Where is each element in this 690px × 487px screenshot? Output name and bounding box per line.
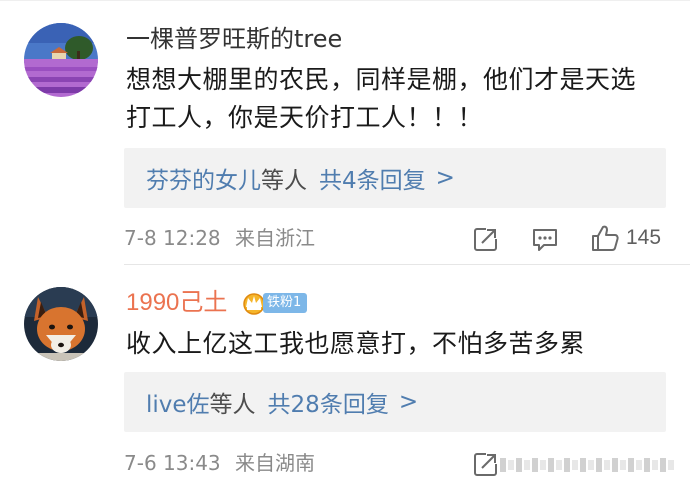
comment-button[interactable] — [531, 224, 559, 254]
lavender-field-avatar — [24, 23, 98, 97]
username[interactable]: 1990己土 — [126, 288, 227, 318]
comment-location: 来自浙江 — [235, 226, 316, 250]
comment-item: 一棵普罗旺斯的tree 想想大棚里的农民，同样是棚，他们才是天选 打工人，你是天… — [0, 0, 690, 265]
share-button[interactable] — [472, 449, 500, 479]
reply-etc-label: 等人 — [261, 168, 307, 194]
comment-icon — [533, 229, 557, 251]
comment-time: 7-6 13:43 — [124, 451, 221, 475]
like-count: 145 — [626, 226, 662, 249]
comment-location: 来自湖南 — [235, 451, 316, 475]
comment-text-line: 收入上亿这工我也愿意打，不怕多苦多累 — [126, 329, 586, 358]
comment-divider — [124, 264, 690, 265]
like-button[interactable]: 145 — [590, 223, 661, 253]
reply-etc-label: 等人 — [209, 392, 256, 418]
like-icon — [592, 225, 619, 251]
comment-text-line: 想想大棚里的农民，同样是棚，他们才是天选 — [126, 65, 637, 94]
watermark-pattern — [500, 456, 676, 474]
reply-user-names[interactable]: 芬芬的女儿 — [146, 161, 261, 195]
chevron-right-icon: > — [435, 165, 455, 191]
fox-avatar — [24, 287, 98, 361]
comment-meta: 7-8 12:28 来自浙江 — [124, 225, 315, 251]
fan-badge[interactable]: 铁粉1 — [241, 291, 308, 315]
reply-summary-box[interactable]: live佐 等人 共28条回复 > — [124, 372, 666, 432]
fan-badge-label: 铁粉1 — [263, 293, 308, 313]
comment-text-line: 打工人，你是天价打工人！！！ — [126, 103, 484, 132]
avatar[interactable] — [24, 287, 98, 361]
reply-count-link[interactable]: 共4条回复 — [319, 161, 426, 195]
chevron-right-icon: > — [398, 389, 419, 415]
comment-item: 1990己土 铁粉1 收入上亿这工我也愿意打，不怕多苦多累 live佐 等人 共… — [0, 266, 690, 487]
share-icon — [474, 452, 499, 476]
comment-time: 7-8 12:28 — [124, 226, 221, 250]
reply-count-link[interactable]: 共28条回复 — [268, 385, 389, 419]
reply-user-names[interactable]: live佐 — [146, 385, 210, 419]
username[interactable]: 一棵普罗旺斯的tree — [126, 24, 342, 54]
share-icon — [474, 227, 499, 251]
reply-summary-box[interactable]: 芬芬的女儿 等人 共4条回复 > — [124, 148, 666, 208]
share-button[interactable] — [472, 224, 500, 254]
comment-meta: 7-6 13:43 来自湖南 — [124, 450, 315, 476]
avatar[interactable] — [24, 23, 98, 97]
